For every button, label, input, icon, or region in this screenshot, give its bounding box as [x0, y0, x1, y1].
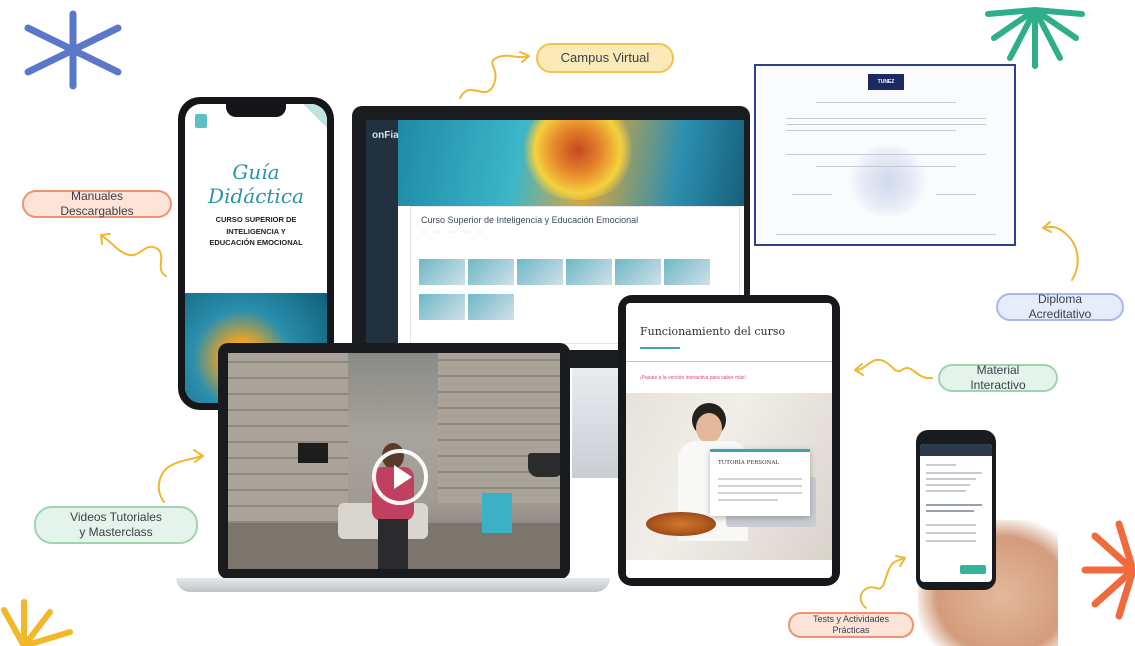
- label-videos-line2: y Masterclass: [79, 525, 153, 539]
- module-thumb: [468, 259, 514, 291]
- label-campus-virtual: Campus Virtual: [536, 43, 674, 73]
- guia-course-line1: CURSO SUPERIOR DE INTELIGENCIA Y: [215, 215, 297, 236]
- orange-starburst-icon: [1081, 520, 1135, 620]
- module-thumb: [419, 259, 465, 291]
- green-starburst-icon: [985, 7, 1085, 69]
- quiz-submit-button[interactable]: [960, 565, 986, 574]
- guia-course-name: CURSO SUPERIOR DE INTELIGENCIA Y EDUCACI…: [193, 214, 319, 249]
- arrow-to-manuales-icon: [100, 233, 167, 277]
- arrow-to-material-icon: [854, 358, 933, 380]
- food-plate: [646, 512, 716, 536]
- arrow-to-videos-icon: [157, 449, 204, 503]
- lms-course-title: Curso Superior de Inteligencia y Educaci…: [421, 215, 639, 225]
- tablet-title: Funcionamiento del curso: [640, 325, 786, 338]
- quiz-screen: [920, 444, 992, 582]
- module-thumb: [664, 259, 710, 291]
- module-thumb: [566, 259, 612, 291]
- arrow-to-diploma-icon: [1042, 221, 1079, 281]
- laptop: [218, 343, 570, 579]
- label-diploma: Diploma Acreditativo: [996, 292, 1124, 321]
- brand-mark-icon: [195, 114, 207, 128]
- yellow-starburst-icon: [1, 599, 73, 646]
- blue-starburst-icon: [24, 10, 122, 90]
- label-tests: Tests y Actividades Prácticas: [788, 612, 914, 638]
- label-videos: Videos Tutoriales y Masterclass: [34, 506, 198, 544]
- module-thumb: [517, 259, 563, 291]
- popup-title: TUTORÍA PERSONAL: [718, 460, 780, 466]
- tablet-screen: Funcionamiento del curso ¡Pasate a la ve…: [626, 303, 832, 578]
- lms-logo: onFia: [372, 130, 399, 141]
- play-button-icon[interactable]: [372, 449, 428, 505]
- module-thumb: [468, 294, 514, 326]
- label-manuales: Manuales Descargables: [22, 189, 172, 218]
- blue-chair: [482, 493, 512, 533]
- tutoria-popup[interactable]: TUTORÍA PERSONAL: [710, 449, 810, 516]
- floor-lamp: [528, 453, 560, 477]
- module-thumb: [615, 259, 661, 291]
- arrow-to-tests-icon: [859, 555, 906, 609]
- module-thumb: [419, 294, 465, 326]
- guia-title: Guía Didáctica: [208, 160, 304, 208]
- certificate-seal: [848, 146, 928, 216]
- wall-tv: [298, 443, 328, 463]
- label-videos-line1: Videos Tutoriales: [70, 510, 162, 524]
- small-phone: [916, 430, 996, 590]
- monitor-stand: [572, 368, 622, 478]
- diploma-certificate: TUNEZ: [754, 64, 1016, 246]
- guia-course-line2: EDUCACIÓN EMOCIONAL: [209, 238, 303, 248]
- label-material: Material Interactivo: [938, 363, 1058, 392]
- certificate-logo: TUNEZ: [868, 74, 904, 90]
- lms-tabs: [421, 231, 483, 233]
- lms-sidebar: onFia: [366, 120, 399, 350]
- video-player[interactable]: [228, 353, 560, 569]
- lms-banner-image: [398, 120, 744, 206]
- tablet: Funcionamiento del curso ¡Pasate a la ve…: [618, 295, 840, 586]
- corner-decoration: [303, 104, 327, 128]
- arrow-to-campus-icon: [459, 51, 530, 99]
- tablet-interactive-note[interactable]: ¡Pasate a la versión interactiva para sa…: [640, 375, 746, 381]
- laptop-base: [176, 578, 610, 592]
- brick-wall: [438, 353, 560, 503]
- phone-notch: [226, 103, 286, 117]
